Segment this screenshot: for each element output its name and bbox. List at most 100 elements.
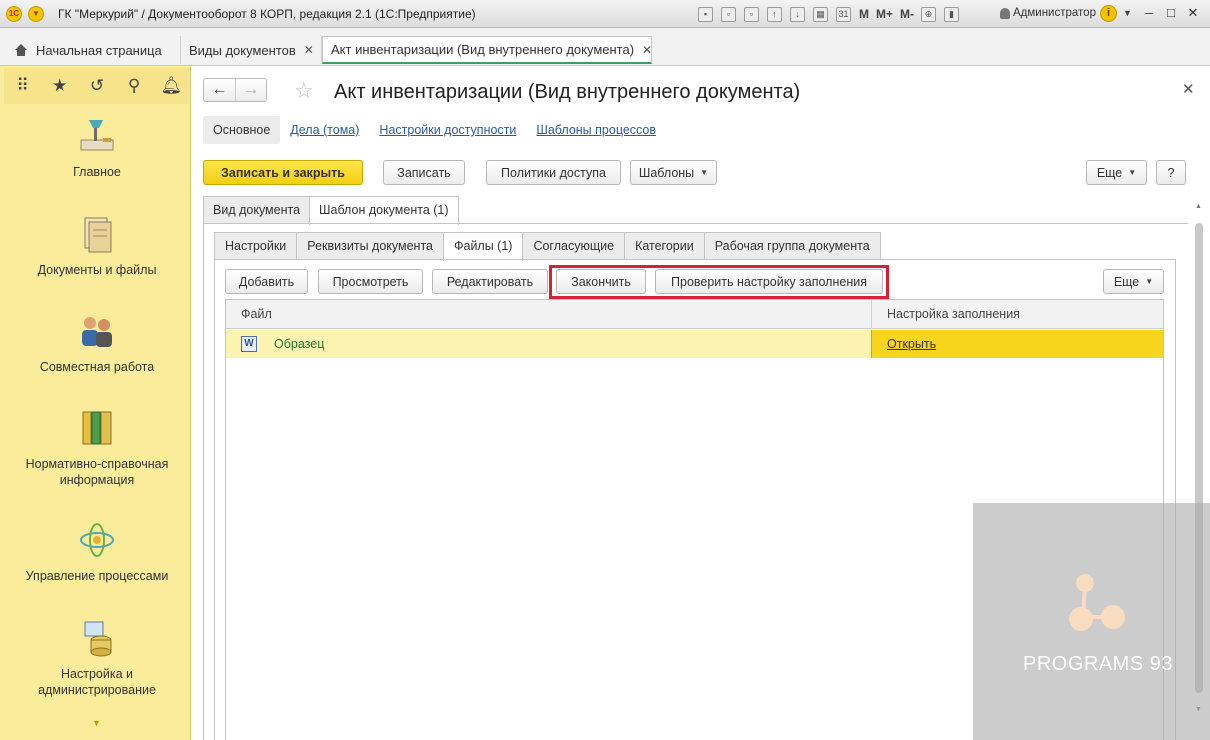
grid-menu-icon[interactable]: ⠿ [12, 75, 34, 97]
chevron-down-icon: ▼ [1128, 168, 1137, 177]
chevron-down-icon[interactable]: ▼ [1123, 8, 1132, 18]
subnav-link-cases[interactable]: Дела (тома) [290, 123, 359, 137]
subnav-current[interactable]: Основное [203, 116, 281, 144]
favorite-star-icon[interactable]: ☆ [294, 80, 314, 102]
tab-document-attributes[interactable]: Реквизиты документа [296, 232, 444, 260]
column-header-file[interactable]: Файл [226, 300, 871, 329]
calendar-icon[interactable]: 31 [836, 6, 851, 22]
open-fill-setting-link[interactable]: Открыть [871, 330, 1163, 358]
add-file-button[interactable]: Добавить [225, 269, 308, 294]
download-icon[interactable]: ↓ [790, 6, 805, 22]
minimize-button[interactable]: – [1138, 3, 1160, 23]
m-button[interactable]: M [859, 7, 869, 21]
calculator-icon[interactable]: ▦ [813, 6, 828, 22]
table-header: Файл Настройка заполнения [226, 300, 1163, 329]
binders-icon [77, 408, 117, 448]
favorites-icon[interactable]: ★ [49, 75, 71, 97]
m-minus-button[interactable]: M- [900, 7, 914, 21]
tab-document-template[interactable]: Шаблон документа (1) [309, 196, 459, 225]
sidebar-item-administration[interactable]: Настройка и администрирование [4, 618, 190, 698]
subnav-link-process-templates[interactable]: Шаблоны процессов [536, 123, 656, 137]
sidebar-item-collaboration[interactable]: Совместная работа [4, 311, 190, 375]
sidebar-item-main[interactable]: Главное [4, 116, 190, 180]
word-document-icon: W [241, 336, 257, 352]
1c-logo-icon: 1С [6, 6, 22, 22]
current-user[interactable]: Администратор [1000, 7, 1096, 19]
highlight-frame [549, 265, 889, 299]
documents-icon [77, 214, 117, 254]
tab-settings[interactable]: Настройки [214, 232, 298, 260]
home-icon [14, 44, 28, 56]
sections-panel: ⠿ ★ ↺ ⚲ 🔔︎ Главное Документы и файлы Сов… [0, 66, 191, 740]
file-cell[interactable]: W Образец [241, 330, 324, 358]
table-row[interactable]: W Образец Открыть [226, 330, 1163, 358]
window-title: ГК "Меркурий" / Документооборот 8 КОРП, … [58, 7, 476, 21]
chevron-down-icon: ▼ [1145, 277, 1154, 286]
process-icon [77, 520, 117, 560]
save-and-close-button[interactable]: Записать и закрыть [203, 160, 363, 185]
search-icon[interactable]: ⚲ [123, 75, 145, 97]
close-form-button[interactable]: ✕ [1182, 80, 1195, 98]
print-icon[interactable]: ▫ [721, 6, 736, 22]
scroll-up-icon[interactable]: ▲ [1195, 203, 1202, 210]
bell-icon[interactable]: 🔔︎ [160, 75, 183, 97]
tab-files[interactable]: Файлы (1) [442, 232, 524, 261]
more-label: Еще [1096, 165, 1123, 180]
more-label: Еще [1113, 274, 1140, 289]
inner-tabs: Настройки Реквизиты документа Файлы (1) … [214, 232, 881, 261]
sidebar-item-reference-data[interactable]: Нормативно-справочная информация [4, 408, 190, 488]
history-nav: ← → [203, 78, 267, 102]
user-name: Администратор [1013, 7, 1096, 19]
tab-home[interactable]: Начальная страница [6, 36, 181, 64]
save-button[interactable]: Записать [383, 160, 465, 185]
access-policies-button[interactable]: Политики доступа [486, 160, 621, 185]
close-icon[interactable]: ✕ [304, 43, 314, 57]
sidebar-item-documents[interactable]: Документы и файлы [4, 214, 190, 278]
subnav-link-availability[interactable]: Настройки доступности [379, 123, 516, 137]
forward-button[interactable]: → [234, 79, 266, 101]
maximize-button[interactable]: □ [1160, 3, 1182, 23]
tab-inventory-act[interactable]: Акт инвентаризации (Вид внутреннего доку… [322, 36, 652, 64]
admin-icon [77, 618, 117, 658]
column-header-fill-setting[interactable]: Настройка заполнения [871, 300, 1163, 329]
history-icon[interactable]: ↺ [86, 75, 108, 97]
panel-icon[interactable]: ▮ [944, 6, 960, 22]
chevron-down-icon: ▼ [700, 168, 709, 177]
info-icon[interactable]: i [1100, 5, 1117, 22]
window-buttons: – □ ✕ [1138, 3, 1204, 23]
preview-icon[interactable]: ▫ [744, 6, 759, 22]
molecule-logo-icon [1069, 574, 1125, 631]
form-subnav: Основное Дела (тома) Настройки доступнос… [203, 115, 666, 145]
tab-document-kind[interactable]: Вид документа [203, 196, 311, 224]
titlebar-tools: ▪ ▫ ▫ ↑ ↓ ▦ 31 M M+ M- ⊕ ▮ [698, 5, 967, 23]
tab-label: Акт инвентаризации (Вид внутреннего доку… [331, 42, 635, 57]
back-button[interactable]: ← [204, 79, 235, 101]
more-button[interactable]: Еще ▼ [1086, 160, 1147, 185]
edit-file-button[interactable]: Редактировать [432, 269, 548, 294]
watermark: PROGRAMS 93 [973, 503, 1210, 740]
main-menu-button[interactable]: ▼ [28, 6, 44, 22]
tab-label: Начальная страница [36, 42, 162, 58]
close-window-button[interactable]: ✕ [1182, 3, 1204, 23]
watermark-text: PROGRAMS 93 [1023, 653, 1173, 675]
templates-button[interactable]: Шаблоны ▼ [630, 160, 717, 185]
chevron-down-icon[interactable]: ▼ [92, 718, 101, 728]
m-plus-button[interactable]: M+ [876, 7, 893, 21]
help-button[interactable]: ? [1156, 160, 1186, 185]
people-icon [77, 311, 117, 351]
file-name: Образец [274, 337, 325, 351]
form-title: Акт инвентаризации (Вид внутреннего доку… [334, 81, 801, 103]
tab-categories[interactable]: Категории [624, 232, 705, 260]
close-icon[interactable]: ✕ [642, 43, 652, 57]
tab-approvers[interactable]: Согласующие [522, 232, 626, 260]
tab-working-group[interactable]: Рабочая группа документа [703, 232, 881, 260]
sidebar-item-processes[interactable]: Управление процессами [4, 520, 190, 584]
view-file-button[interactable]: Просмотреть [318, 269, 423, 294]
tab-document-kinds[interactable]: Виды документов ✕ [181, 36, 322, 64]
zoom-icon[interactable]: ⊕ [921, 6, 937, 22]
save-icon[interactable]: ▪ [698, 6, 713, 22]
outer-tabs: Вид документа Шаблон документа (1) [203, 196, 459, 225]
upload-icon[interactable]: ↑ [767, 6, 782, 22]
desk-lamp-icon [77, 116, 117, 156]
files-more-button[interactable]: Еще ▼ [1103, 269, 1164, 294]
